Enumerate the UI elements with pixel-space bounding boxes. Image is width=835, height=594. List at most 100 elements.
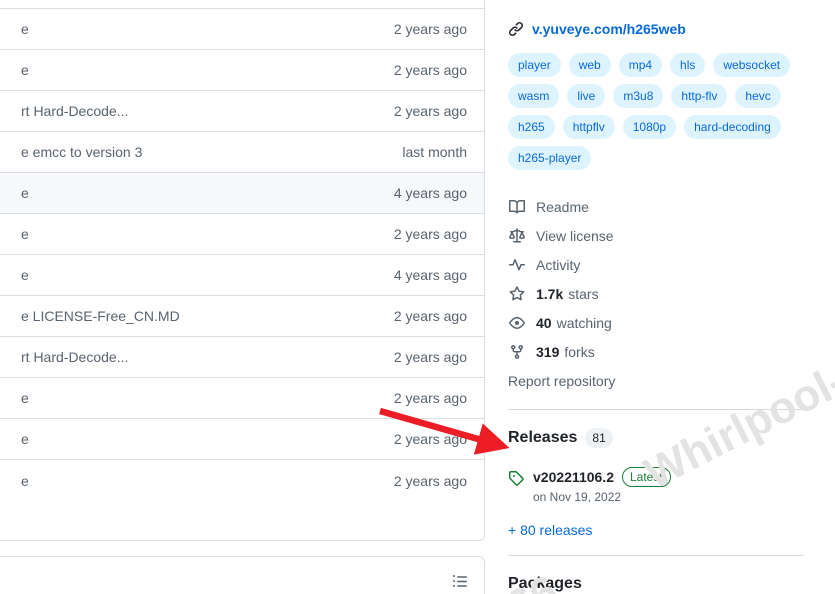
releases-title: Releases — [508, 429, 577, 447]
topic-tag[interactable]: websocket — [713, 53, 790, 77]
releases-count-badge: 81 — [585, 428, 612, 448]
release-date: on Nov 19, 2022 — [533, 490, 671, 504]
commit-age: 2 years ago — [394, 308, 468, 324]
meta-label: watching — [557, 315, 612, 331]
watching-count: 40 — [536, 315, 552, 331]
meta-activity[interactable]: Activity — [508, 250, 835, 279]
commit-age: 4 years ago — [394, 267, 468, 283]
latest-badge: Latest — [622, 467, 671, 487]
table-row[interactable]: e 4 years ago — [0, 255, 484, 296]
page-root: e 2 years ago e 2 years ago e 2 years ag… — [0, 0, 835, 594]
latest-release[interactable]: v20221106.2 Latest on Nov 19, 2022 — [508, 467, 835, 504]
readme-panel — [0, 556, 485, 594]
commit-message: e — [0, 473, 394, 489]
file-listing-table: e 2 years ago e 2 years ago e 2 years ag… — [0, 0, 485, 541]
table-row[interactable]: e 2 years ago — [0, 460, 484, 501]
meta-readme[interactable]: Readme — [508, 192, 835, 221]
commit-message: e LICENSE-Free_CN.MD — [0, 308, 394, 324]
release-version[interactable]: v20221106.2 — [533, 469, 614, 485]
commit-age: 2 years ago — [394, 62, 468, 78]
meta-license[interactable]: View license — [508, 221, 835, 250]
topic-tag[interactable]: live — [567, 84, 605, 108]
more-releases-link[interactable]: + 80 releases — [508, 522, 835, 538]
tag-icon — [508, 470, 524, 504]
table-row[interactable]: e 2 years ago — [0, 9, 484, 50]
table-row[interactable]: e emcc to version 3 last month — [0, 132, 484, 173]
topic-tag[interactable]: hevc — [735, 84, 780, 108]
meta-stars[interactable]: 1.7k stars — [508, 279, 835, 308]
commit-message: e — [0, 431, 394, 447]
commit-age: 2 years ago — [394, 431, 468, 447]
commit-age: 2 years ago — [394, 103, 468, 119]
commit-message: e — [0, 185, 394, 201]
commit-message: e — [0, 62, 394, 78]
law-icon — [508, 227, 526, 245]
table-row[interactable]: e 2 years ago — [0, 419, 484, 460]
list-unordered-icon[interactable] — [449, 570, 471, 592]
sidebar-divider-releases — [508, 409, 804, 410]
meta-forks[interactable]: 319 forks — [508, 337, 835, 366]
star-icon — [508, 285, 526, 303]
topic-tag[interactable]: web — [569, 53, 611, 77]
meta-label: stars — [568, 286, 598, 302]
sidebar-divider-packages — [508, 555, 804, 556]
commit-age: 2 years ago — [394, 349, 468, 365]
commit-message: e emcc to version 3 — [0, 144, 402, 160]
commit-age: 4 years ago — [394, 185, 468, 201]
meta-label: Activity — [536, 257, 580, 273]
homepage-url[interactable]: v.yuveye.com/h265web — [532, 21, 686, 37]
commit-message: e — [0, 390, 394, 406]
topic-tag[interactable]: http-flv — [671, 84, 727, 108]
eye-icon — [508, 314, 526, 332]
table-row[interactable]: rt Hard-Decode... 2 years ago — [0, 91, 484, 132]
commit-age: 2 years ago — [394, 473, 468, 489]
topic-tag[interactable]: hls — [670, 53, 705, 77]
commit-message: e — [0, 267, 394, 283]
commit-age: 2 years ago — [394, 21, 468, 37]
topic-tag[interactable]: hard-decoding — [684, 115, 781, 139]
topic-tag[interactable]: httpflv — [563, 115, 615, 139]
packages-section-header[interactable]: Packages — [508, 573, 835, 594]
releases-section-header[interactable]: Releases 81 — [508, 427, 835, 449]
repository-sidebar: v.yuveye.com/h265web player web mp4 hls … — [508, 0, 835, 594]
pulse-icon — [508, 256, 526, 274]
release-info: v20221106.2 Latest on Nov 19, 2022 — [533, 467, 671, 504]
commit-age: 2 years ago — [394, 390, 468, 406]
link-icon — [508, 21, 524, 37]
table-row[interactable]: e 2 years ago — [0, 0, 484, 9]
release-title-row: v20221106.2 Latest — [533, 467, 671, 487]
topic-tag[interactable]: player — [508, 53, 561, 77]
topic-tag[interactable]: wasm — [508, 84, 559, 108]
repository-meta-list: Readme View license Activity — [508, 192, 835, 395]
star-count: 1.7k — [536, 286, 563, 302]
table-row[interactable]: e 4 years ago — [0, 173, 484, 214]
table-row[interactable]: e 2 years ago — [0, 378, 484, 419]
meta-watching[interactable]: 40 watching — [508, 308, 835, 337]
table-row[interactable]: e 2 years ago — [0, 214, 484, 255]
commit-message: e — [0, 21, 394, 37]
table-row[interactable]: rt Hard-Decode... 2 years ago — [0, 337, 484, 378]
table-row[interactable]: e 2 years ago — [0, 50, 484, 91]
report-repository-label: Report repository — [508, 373, 615, 389]
book-icon — [508, 198, 526, 216]
forks-count: 319 — [536, 344, 559, 360]
commit-message: rt Hard-Decode... — [0, 103, 394, 119]
commit-age: 2 years ago — [394, 226, 468, 242]
topic-tag[interactable]: 1080p — [623, 115, 676, 139]
meta-label: forks — [564, 344, 594, 360]
topics-list: player web mp4 hls websocket wasm live m… — [508, 53, 798, 170]
meta-label: View license — [536, 228, 614, 244]
commit-age: last month — [402, 144, 468, 160]
homepage-link-row: v.yuveye.com/h265web — [508, 19, 835, 39]
commit-message: rt Hard-Decode... — [0, 349, 394, 365]
report-repository-link[interactable]: Report repository — [508, 366, 835, 395]
packages-title: Packages — [508, 575, 582, 593]
commit-message: e — [0, 226, 394, 242]
table-row[interactable]: e LICENSE-Free_CN.MD 2 years ago — [0, 296, 484, 337]
repo-forked-icon — [508, 343, 526, 361]
meta-label: Readme — [536, 199, 589, 215]
topic-tag[interactable]: mp4 — [619, 53, 662, 77]
topic-tag[interactable]: h265-player — [508, 146, 591, 170]
topic-tag[interactable]: m3u8 — [613, 84, 663, 108]
topic-tag[interactable]: h265 — [508, 115, 555, 139]
